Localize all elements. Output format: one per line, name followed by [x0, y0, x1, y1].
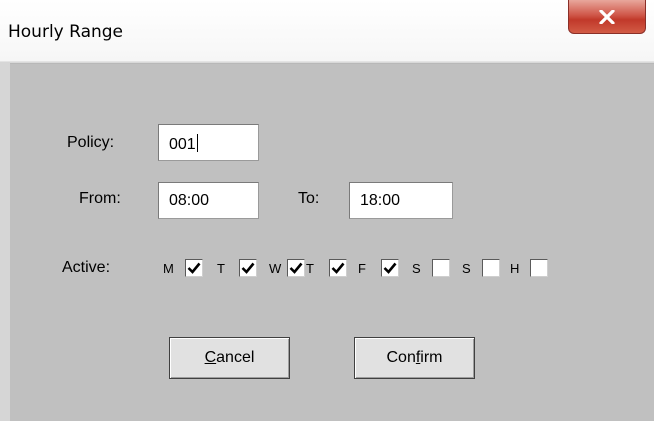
cancel-button-label: Cancel: [204, 349, 255, 366]
checkmark-icon: [331, 262, 345, 274]
policy-label: Policy:: [67, 134, 115, 151]
window-title: Hourly Range: [8, 22, 124, 42]
title-bar[interactable]: Hourly Range: [0, 0, 654, 62]
day-checkbox-friday[interactable]: [381, 259, 399, 277]
policy-value: 001: [169, 136, 196, 153]
text-caret: [196, 134, 198, 152]
checkmark-icon: [289, 262, 303, 274]
day-checkbox-monday[interactable]: [185, 259, 203, 277]
confirm-button[interactable]: Confirm: [354, 337, 475, 379]
day-checkbox-holiday[interactable]: [530, 259, 548, 277]
day-letter-monday: M: [163, 261, 174, 276]
day-letter-saturday: S: [412, 261, 421, 276]
day-checkbox-sunday[interactable]: [482, 259, 500, 277]
to-label: To:: [298, 190, 320, 207]
day-letter-sunday: S: [462, 261, 471, 276]
hourly-range-dialog: Hourly Range Policy: 001 From: 08:00 To:…: [0, 0, 654, 421]
from-time-input[interactable]: 08:00: [158, 182, 259, 219]
confirm-button-label: Confirm: [386, 349, 443, 366]
window-left-edge: [0, 62, 10, 421]
day-checkbox-thursday[interactable]: [329, 259, 347, 277]
policy-input[interactable]: 001: [158, 124, 259, 161]
day-checkbox-saturday[interactable]: [432, 259, 450, 277]
from-label: From:: [79, 190, 121, 207]
to-time-input[interactable]: 18:00: [349, 182, 453, 219]
from-time-value: 08:00: [169, 192, 210, 209]
day-checkbox-tuesday[interactable]: [239, 259, 257, 277]
close-x-icon: [598, 9, 616, 24]
day-letter-tuesday: T: [217, 261, 225, 276]
close-button[interactable]: [568, 0, 646, 34]
cancel-button[interactable]: Cancel: [169, 337, 290, 379]
dialog-body: Policy: 001 From: 08:00 To: 18:00 Active…: [10, 64, 654, 421]
active-label: Active:: [62, 259, 111, 276]
day-letter-holiday: H: [510, 261, 520, 276]
day-letter-wednesday: W: [269, 261, 282, 276]
day-letter-friday: F: [358, 261, 366, 276]
to-time-value: 18:00: [360, 192, 401, 209]
day-checkbox-wednesday[interactable]: [287, 259, 305, 277]
checkmark-icon: [383, 262, 397, 274]
day-letter-thursday: T: [306, 261, 314, 276]
checkmark-icon: [187, 262, 201, 274]
checkmark-icon: [241, 262, 255, 274]
